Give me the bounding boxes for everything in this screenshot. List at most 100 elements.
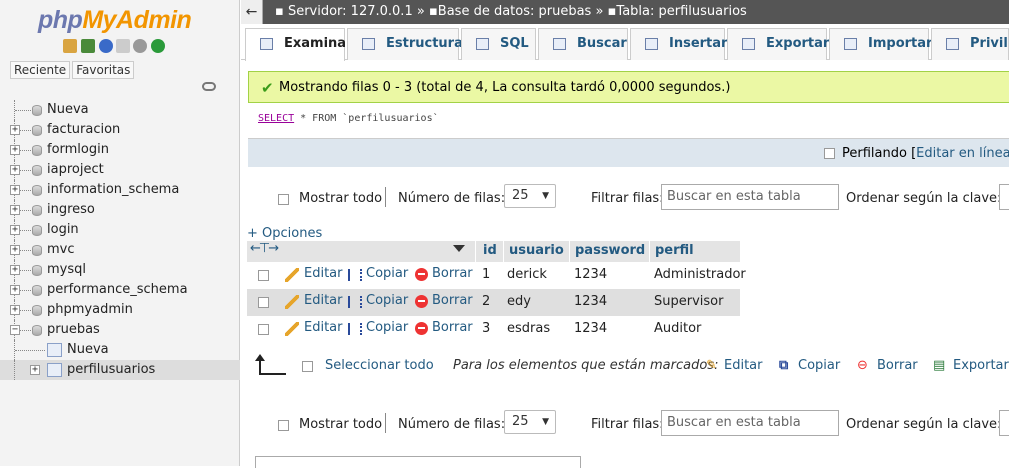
tab-insertar[interactable]: Insertar: [630, 28, 727, 60]
phpmyadmin-logo[interactable]: phpMyAdmin: [38, 6, 192, 35]
sql-keyword[interactable]: SELECT: [258, 113, 294, 124]
tab-importar[interactable]: Importar: [829, 28, 932, 60]
column-header-usuario[interactable]: usuario: [509, 243, 564, 258]
cell-perfil[interactable]: Administrador: [654, 267, 746, 282]
sort-select[interactable]: [999, 184, 1009, 210]
tree-node-label[interactable]: formlogin: [47, 140, 109, 160]
bulk-edit-button[interactable]: Editar: [724, 358, 763, 373]
edit-link[interactable]: Editar: [304, 266, 343, 281]
tab-favorites[interactable]: Favoritas: [72, 61, 135, 79]
tab-privilegios[interactable]: Privileg: [931, 28, 1009, 60]
tree-node[interactable]: + phpmyadmin: [0, 300, 240, 320]
cell-id[interactable]: 3: [482, 321, 490, 336]
tree-node-label[interactable]: information_schema: [47, 180, 179, 200]
show-all-label[interactable]: Mostrar todo: [299, 417, 382, 432]
row-checkbox[interactable]: [258, 324, 269, 335]
edit-inline-link[interactable]: Editar en línea: [916, 146, 1009, 161]
expand-icon[interactable]: +: [10, 185, 20, 195]
column-header-id[interactable]: id: [483, 243, 497, 258]
rows-select[interactable]: 25 ▼: [504, 410, 556, 434]
tab-estructura[interactable]: Estructura: [347, 28, 463, 60]
tree-node[interactable]: + facturacion: [0, 120, 240, 140]
expand-icon[interactable]: +: [10, 305, 20, 315]
gear-icon[interactable]: [133, 39, 147, 53]
cell-id[interactable]: 1: [482, 267, 490, 282]
show-all-checkbox[interactable]: [278, 194, 289, 205]
edit-link[interactable]: Editar: [304, 320, 343, 335]
delete-link[interactable]: Borrar: [432, 293, 473, 308]
delete-link[interactable]: Borrar: [432, 266, 473, 281]
breadcrumb-server[interactable]: Servidor: 127.0.0.1: [288, 4, 413, 19]
expand-icon[interactable]: +: [10, 205, 20, 215]
column-header-perfil[interactable]: perfil: [655, 243, 694, 258]
tree-node[interactable]: + perfilusuarios: [0, 360, 240, 380]
tree-node-label[interactable]: iaproject: [47, 160, 104, 180]
select-all-label[interactable]: Seleccionar todo: [325, 358, 434, 373]
expand-icon[interactable]: +: [10, 145, 20, 155]
tab-recent[interactable]: Reciente: [10, 61, 71, 79]
tree-node-label[interactable]: facturacion: [47, 120, 120, 140]
tree-node[interactable]: + performance_schema: [0, 280, 240, 300]
tree-node[interactable]: − pruebas: [0, 320, 240, 340]
edit-link[interactable]: Editar: [304, 293, 343, 308]
breadcrumb-database[interactable]: Base de datos: pruebas: [438, 4, 592, 19]
bulk-export-button[interactable]: Exportar: [953, 358, 1009, 373]
row-checkbox[interactable]: [258, 270, 269, 281]
collapse-arrow-icon[interactable]: ←: [241, 0, 263, 24]
tree-node-label[interactable]: mvc: [47, 240, 75, 260]
show-all-label[interactable]: Mostrar todo: [299, 191, 382, 206]
expand-icon[interactable]: +: [10, 125, 20, 135]
cell-password[interactable]: 1234: [574, 267, 607, 282]
cell-perfil[interactable]: Auditor: [654, 321, 701, 336]
row-checkbox[interactable]: [258, 297, 269, 308]
tree-node-label[interactable]: ingreso: [47, 200, 95, 220]
cell-usuario[interactable]: esdras: [507, 321, 550, 336]
tree-node[interactable]: Nueva: [0, 100, 240, 120]
tab-exportar[interactable]: Exportar: [727, 28, 829, 60]
tree-node[interactable]: + information_schema: [0, 180, 240, 200]
cell-usuario[interactable]: edy: [507, 294, 531, 309]
select-all-checkbox[interactable]: [302, 361, 313, 372]
cell-usuario[interactable]: derick: [507, 267, 547, 282]
filter-input[interactable]: Buscar en esta tabla: [661, 410, 839, 436]
expand-icon[interactable]: +: [10, 265, 20, 275]
copy-link[interactable]: Copiar: [366, 266, 408, 281]
column-resize-arrows-icon[interactable]: ←⊤→: [250, 241, 279, 256]
tab-examinar[interactable]: Examinar: [245, 28, 352, 61]
tree-node[interactable]: + ingreso: [0, 200, 240, 220]
cell-id[interactable]: 2: [482, 294, 490, 309]
tree-node[interactable]: + formlogin: [0, 140, 240, 160]
tree-node-label[interactable]: pruebas: [47, 320, 100, 340]
tree-node[interactable]: + mysql: [0, 260, 240, 280]
copy-link[interactable]: Copiar: [366, 320, 408, 335]
tree-node-label[interactable]: Nueva: [67, 340, 109, 360]
tree-node-label[interactable]: Nueva: [47, 100, 89, 120]
collapse-icon[interactable]: −: [10, 325, 20, 335]
home-icon[interactable]: [63, 39, 77, 53]
copy-link[interactable]: Copiar: [366, 293, 408, 308]
tree-node[interactable]: + login: [0, 220, 240, 240]
sort-dropdown-icon[interactable]: [453, 245, 465, 252]
column-header-password[interactable]: password: [575, 243, 645, 258]
rows-select[interactable]: 25 ▼: [504, 184, 556, 208]
delete-link[interactable]: Borrar: [432, 320, 473, 335]
tree-node[interactable]: + mvc: [0, 240, 240, 260]
tree-node-label[interactable]: login: [47, 220, 79, 240]
reload-icon[interactable]: [151, 39, 165, 53]
tree-node-label[interactable]: performance_schema: [47, 280, 188, 300]
expand-icon[interactable]: +: [10, 245, 20, 255]
exit-icon[interactable]: [81, 39, 95, 53]
sort-select[interactable]: [999, 410, 1009, 436]
expand-icon[interactable]: +: [10, 225, 20, 235]
docs-icon[interactable]: [116, 39, 130, 53]
expand-icon[interactable]: +: [10, 285, 20, 295]
cell-perfil[interactable]: Supervisor: [654, 294, 723, 309]
cell-password[interactable]: 1234: [574, 321, 607, 336]
profiling-checkbox[interactable]: [824, 148, 835, 159]
options-link[interactable]: + Opciones: [247, 226, 322, 241]
filter-input[interactable]: Buscar en esta tabla: [661, 184, 839, 210]
show-all-checkbox[interactable]: [278, 420, 289, 431]
help-icon[interactable]: [99, 39, 113, 53]
cell-password[interactable]: 1234: [574, 294, 607, 309]
sql-query[interactable]: SELECT * FROM `perfilusuarios`: [258, 113, 439, 124]
